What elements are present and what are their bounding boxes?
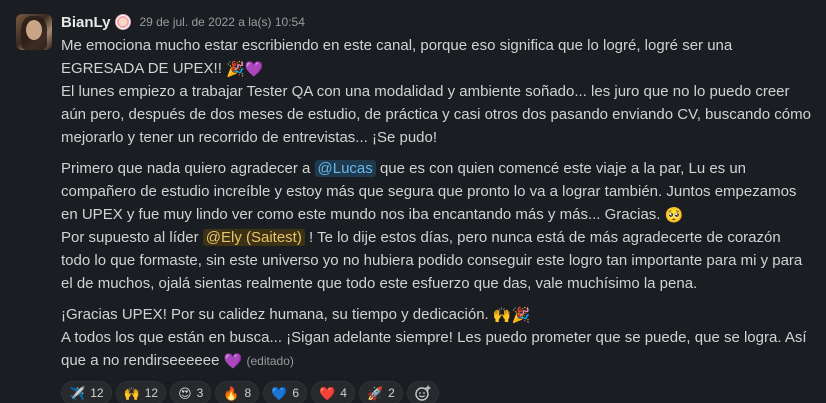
reaction-heart-eyes[interactable]: 😍 3 <box>170 381 212 403</box>
add-reaction-button[interactable] <box>406 381 439 403</box>
reaction-count: 4 <box>340 386 347 400</box>
add-emoji-icon <box>415 385 431 401</box>
reaction-rocket[interactable]: 🚀 2 <box>358 381 403 403</box>
reaction-count: 6 <box>292 386 300 400</box>
text: A todos los que están en busca... ¡Sigan… <box>61 329 807 369</box>
reaction-blue-heart[interactable]: 💙 6 <box>263 381 308 403</box>
reaction-count: 3 <box>196 386 204 400</box>
airplane-icon: ✈️ <box>69 385 86 401</box>
blue-heart-icon: 💙 <box>271 385 288 401</box>
pleading-face-icon: 🥺 <box>664 207 684 224</box>
purple-heart-icon: 💜 <box>223 353 243 370</box>
text: Primero que nada quiero agradecer a <box>61 160 311 177</box>
message-body: Me emociona mucho estar escribiendo en e… <box>61 34 813 373</box>
text: Por supuesto al líder <box>61 229 199 246</box>
reaction-count: 2 <box>388 386 395 400</box>
message: BianLy 29 de jul. de 2022 a la(s) 10:54 … <box>0 0 826 403</box>
red-heart-icon: ❤️ <box>319 385 336 401</box>
paragraph-5: A todos los que están en busca... ¡Sigan… <box>61 326 813 373</box>
status-emoji-icon <box>115 14 132 30</box>
author-name[interactable]: BianLy <box>61 14 110 31</box>
reaction-airplane[interactable]: ✈️ 12 <box>61 381 112 403</box>
reaction-raised-hands[interactable]: 🙌 12 <box>115 381 167 403</box>
message-content: BianLy 29 de jul. de 2022 a la(s) 10:54 … <box>61 10 813 403</box>
raised-hands-party-icon: 🙌🎉 <box>492 307 531 324</box>
text: El lunes empiezo a trabajar Tester QA co… <box>61 83 811 146</box>
text: DE UPEX!! <box>147 60 222 77</box>
edited-label: (editado) <box>246 354 294 368</box>
paragraph-2: Primero que nada quiero agradecer a @Luc… <box>61 157 813 226</box>
paragraph-4: ¡Gracias UPEX! Por su calidez humana, su… <box>61 303 813 326</box>
heart-eyes-icon: 😍 <box>178 385 192 401</box>
fire-icon: 🔥 <box>223 385 240 401</box>
reaction-count: 12 <box>144 386 159 400</box>
reaction-fire[interactable]: 🔥 8 <box>215 381 260 403</box>
reactions-bar: ✈️ 12 🙌 12 😍 3 🔥 8 💙 6 ❤️ 4 🚀 2 <box>61 381 813 403</box>
mention-ely[interactable]: @Ely (Saitest) <box>202 229 305 246</box>
reaction-count: 12 <box>90 386 104 400</box>
party-heart-emoji-icon: 🎉💜 <box>226 61 264 78</box>
avatar[interactable] <box>16 14 52 50</box>
paragraph-1: Me emociona mucho estar escribiendo en e… <box>61 34 813 149</box>
mention-lucas[interactable]: @Lucas <box>314 160 376 177</box>
rocket-icon: 🚀 <box>366 385 384 401</box>
paragraph-3: Por supuesto al líder @Ely (Saitest) ! T… <box>61 226 813 295</box>
reaction-count: 8 <box>244 386 252 400</box>
message-header: BianLy 29 de jul. de 2022 a la(s) 10:54 <box>61 10 813 34</box>
text: ¡Gracias UPEX! Por su calidez humana, su… <box>61 306 489 323</box>
reaction-red-heart[interactable]: ❤️ 4 <box>311 381 355 403</box>
raised-hands-icon: 🙌 <box>123 385 140 401</box>
timestamp[interactable]: 29 de jul. de 2022 a la(s) 10:54 <box>139 15 304 29</box>
